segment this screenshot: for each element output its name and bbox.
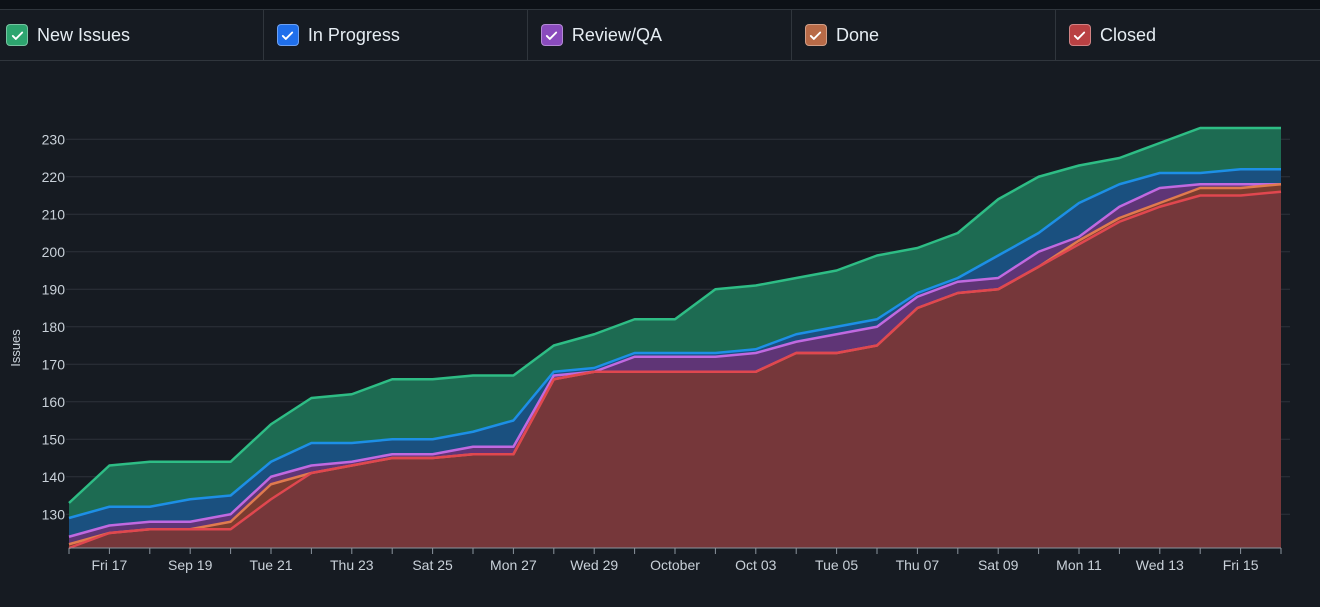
legend-label-review-qa: Review/QA — [571, 24, 662, 45]
y-tick-label: 210 — [42, 206, 66, 222]
x-tick-label: October — [650, 557, 700, 573]
x-tick-label: Wed 13 — [1136, 557, 1184, 573]
x-tick-label: Mon 27 — [490, 557, 537, 573]
legend-toggle-review-qa[interactable]: Review/QA — [528, 10, 792, 60]
y-tick-label: 150 — [42, 431, 66, 447]
x-tick-label: Mon 11 — [1056, 557, 1102, 573]
checkbox-closed[interactable] — [1068, 24, 1091, 46]
check-icon — [810, 31, 822, 40]
check-icon — [282, 31, 294, 40]
legend-label-in-progress: In Progress — [307, 24, 400, 45]
x-tick-label: Fri 17 — [92, 557, 128, 573]
legend-toggle-done[interactable]: Done — [792, 10, 1056, 60]
x-tick-label: Oct 03 — [735, 557, 776, 573]
x-tick-label: Sat 25 — [412, 557, 453, 573]
x-tick-label: Fri 15 — [1223, 557, 1259, 573]
legend-label-done: Done — [835, 24, 879, 45]
x-tick-label: Tue 05 — [815, 557, 858, 573]
y-tick-label: 220 — [42, 169, 66, 185]
legend-bar: New Issues In Progress Review/QA Done Cl… — [0, 9, 1320, 61]
y-tick-label: 180 — [42, 319, 66, 335]
y-tick-label: 130 — [42, 506, 66, 522]
checkbox-review-qa[interactable] — [540, 24, 563, 46]
legend-label-new-issues: New Issues — [37, 24, 131, 45]
y-tick-label: 200 — [42, 244, 66, 260]
x-tick-label: Wed 29 — [570, 557, 618, 573]
legend-toggle-new-issues[interactable]: New Issues — [0, 10, 264, 60]
cumulative-flow-chart: 130 140 150 160 170 180 190 200 210 220 230 Issues F… — [8, 126, 1290, 573]
x-tick-label: Thu 23 — [330, 557, 374, 573]
checkbox-in-progress[interactable] — [276, 24, 299, 46]
checkbox-done[interactable] — [804, 24, 827, 46]
y-tick-label: 170 — [42, 356, 66, 372]
y-tick-label: 160 — [42, 394, 66, 410]
y-tick-label: 190 — [42, 281, 66, 297]
check-icon — [11, 31, 23, 40]
check-icon — [1074, 31, 1086, 40]
x-tick-label: Thu 07 — [896, 557, 940, 573]
y-tick-label: 230 — [42, 131, 66, 147]
legend-toggle-in-progress[interactable]: In Progress — [264, 10, 528, 60]
checkbox-new-issues[interactable] — [6, 24, 28, 46]
y-tick-label: 140 — [42, 469, 66, 485]
x-tick-label: Sat 09 — [978, 557, 1019, 573]
x-tick-label: Tue 21 — [249, 557, 292, 573]
y-axis-title: Issues — [8, 329, 23, 367]
x-tick-label: Sep 19 — [168, 557, 213, 573]
legend-toggle-closed[interactable]: Closed — [1056, 10, 1320, 60]
check-icon — [546, 31, 558, 40]
legend-label-closed: Closed — [1099, 24, 1157, 45]
top-strip — [0, 0, 1320, 9]
